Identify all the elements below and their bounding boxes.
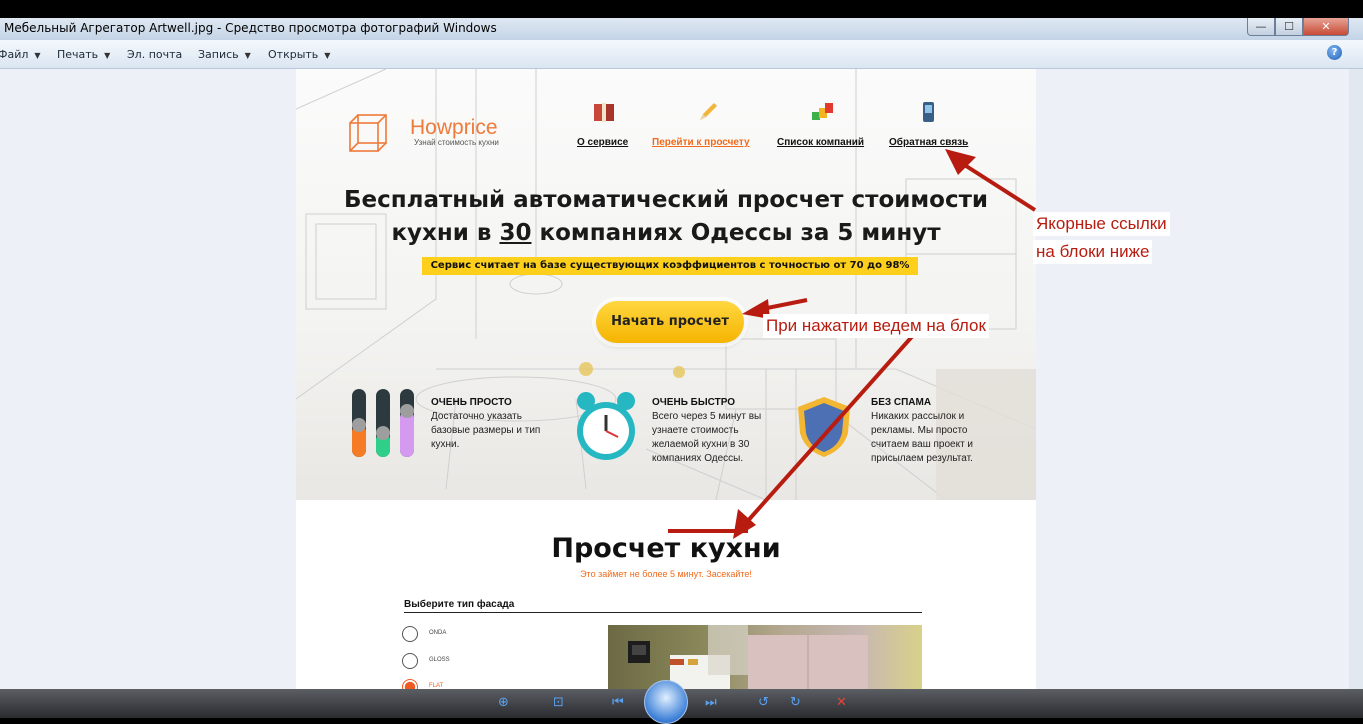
window-titlebar: Мебельный Агрегатор Artwell.jpg - Средст… bbox=[0, 18, 1363, 40]
previous-icon[interactable]: ⏮ bbox=[612, 695, 624, 710]
menu-burn[interactable]: Запись ▼ bbox=[198, 48, 251, 61]
window-controls: — ☐ ✕ bbox=[1247, 18, 1349, 36]
next-icon[interactable]: ⏭ bbox=[705, 695, 717, 710]
anchor-links-note-line-1: Якорные ссылки bbox=[1033, 212, 1170, 236]
slideshow-button[interactable] bbox=[644, 680, 688, 724]
minimize-button[interactable]: — bbox=[1247, 18, 1275, 36]
menu-print[interactable]: Печать ▼ bbox=[57, 48, 110, 61]
close-button[interactable]: ✕ bbox=[1303, 18, 1349, 36]
menu-open[interactable]: Открыть ▼ bbox=[268, 48, 330, 61]
menu-bar: Файл ▼ Печать ▼ Эл. почта Запись ▼ Открыть ▼… bbox=[0, 40, 1363, 69]
menu-open-label: Открыть bbox=[268, 48, 319, 61]
menu-email[interactable]: Эл. почта bbox=[127, 48, 182, 61]
chevron-down-icon: ▼ bbox=[244, 51, 251, 60]
zoom-icon[interactable]: ⊕ bbox=[498, 695, 509, 710]
menu-burn-label: Запись bbox=[198, 48, 239, 61]
delete-icon[interactable]: ✕ bbox=[836, 695, 847, 710]
maximize-button[interactable]: ☐ bbox=[1275, 18, 1303, 36]
anchor-links-note-line-2: на блоки ниже bbox=[1033, 240, 1153, 264]
chevron-down-icon: ▼ bbox=[104, 51, 111, 60]
help-icon[interactable]: ? bbox=[1327, 45, 1342, 60]
rotate-right-icon[interactable]: ↻ bbox=[790, 695, 801, 710]
menu-email-label: Эл. почта bbox=[127, 48, 183, 61]
menu-print-label: Печать bbox=[57, 48, 99, 61]
viewer-toolbar: ⊕ ⊡ ⏮ ⏭ ↺ ↻ ✕ bbox=[0, 680, 1363, 724]
rotate-left-icon[interactable]: ↺ bbox=[758, 695, 769, 710]
photo-viewport: Howprice Узнай стоимость кухни О сервисе… bbox=[0, 69, 1349, 689]
chevron-down-icon: ▼ bbox=[324, 51, 331, 60]
chevron-down-icon: ▼ bbox=[34, 51, 41, 60]
actual-size-icon[interactable]: ⊡ bbox=[553, 695, 564, 710]
annotation-arrows bbox=[668, 149, 1037, 539]
click-leads-to-block-note: При нажатии ведем на блок bbox=[763, 314, 989, 338]
menu-file-label: Файл bbox=[0, 48, 29, 61]
vertical-scrollbar[interactable] bbox=[1349, 69, 1363, 689]
window-title: Мебельный Агрегатор Artwell.jpg - Средст… bbox=[4, 21, 497, 35]
menu-file[interactable]: Файл ▼ bbox=[0, 48, 41, 61]
